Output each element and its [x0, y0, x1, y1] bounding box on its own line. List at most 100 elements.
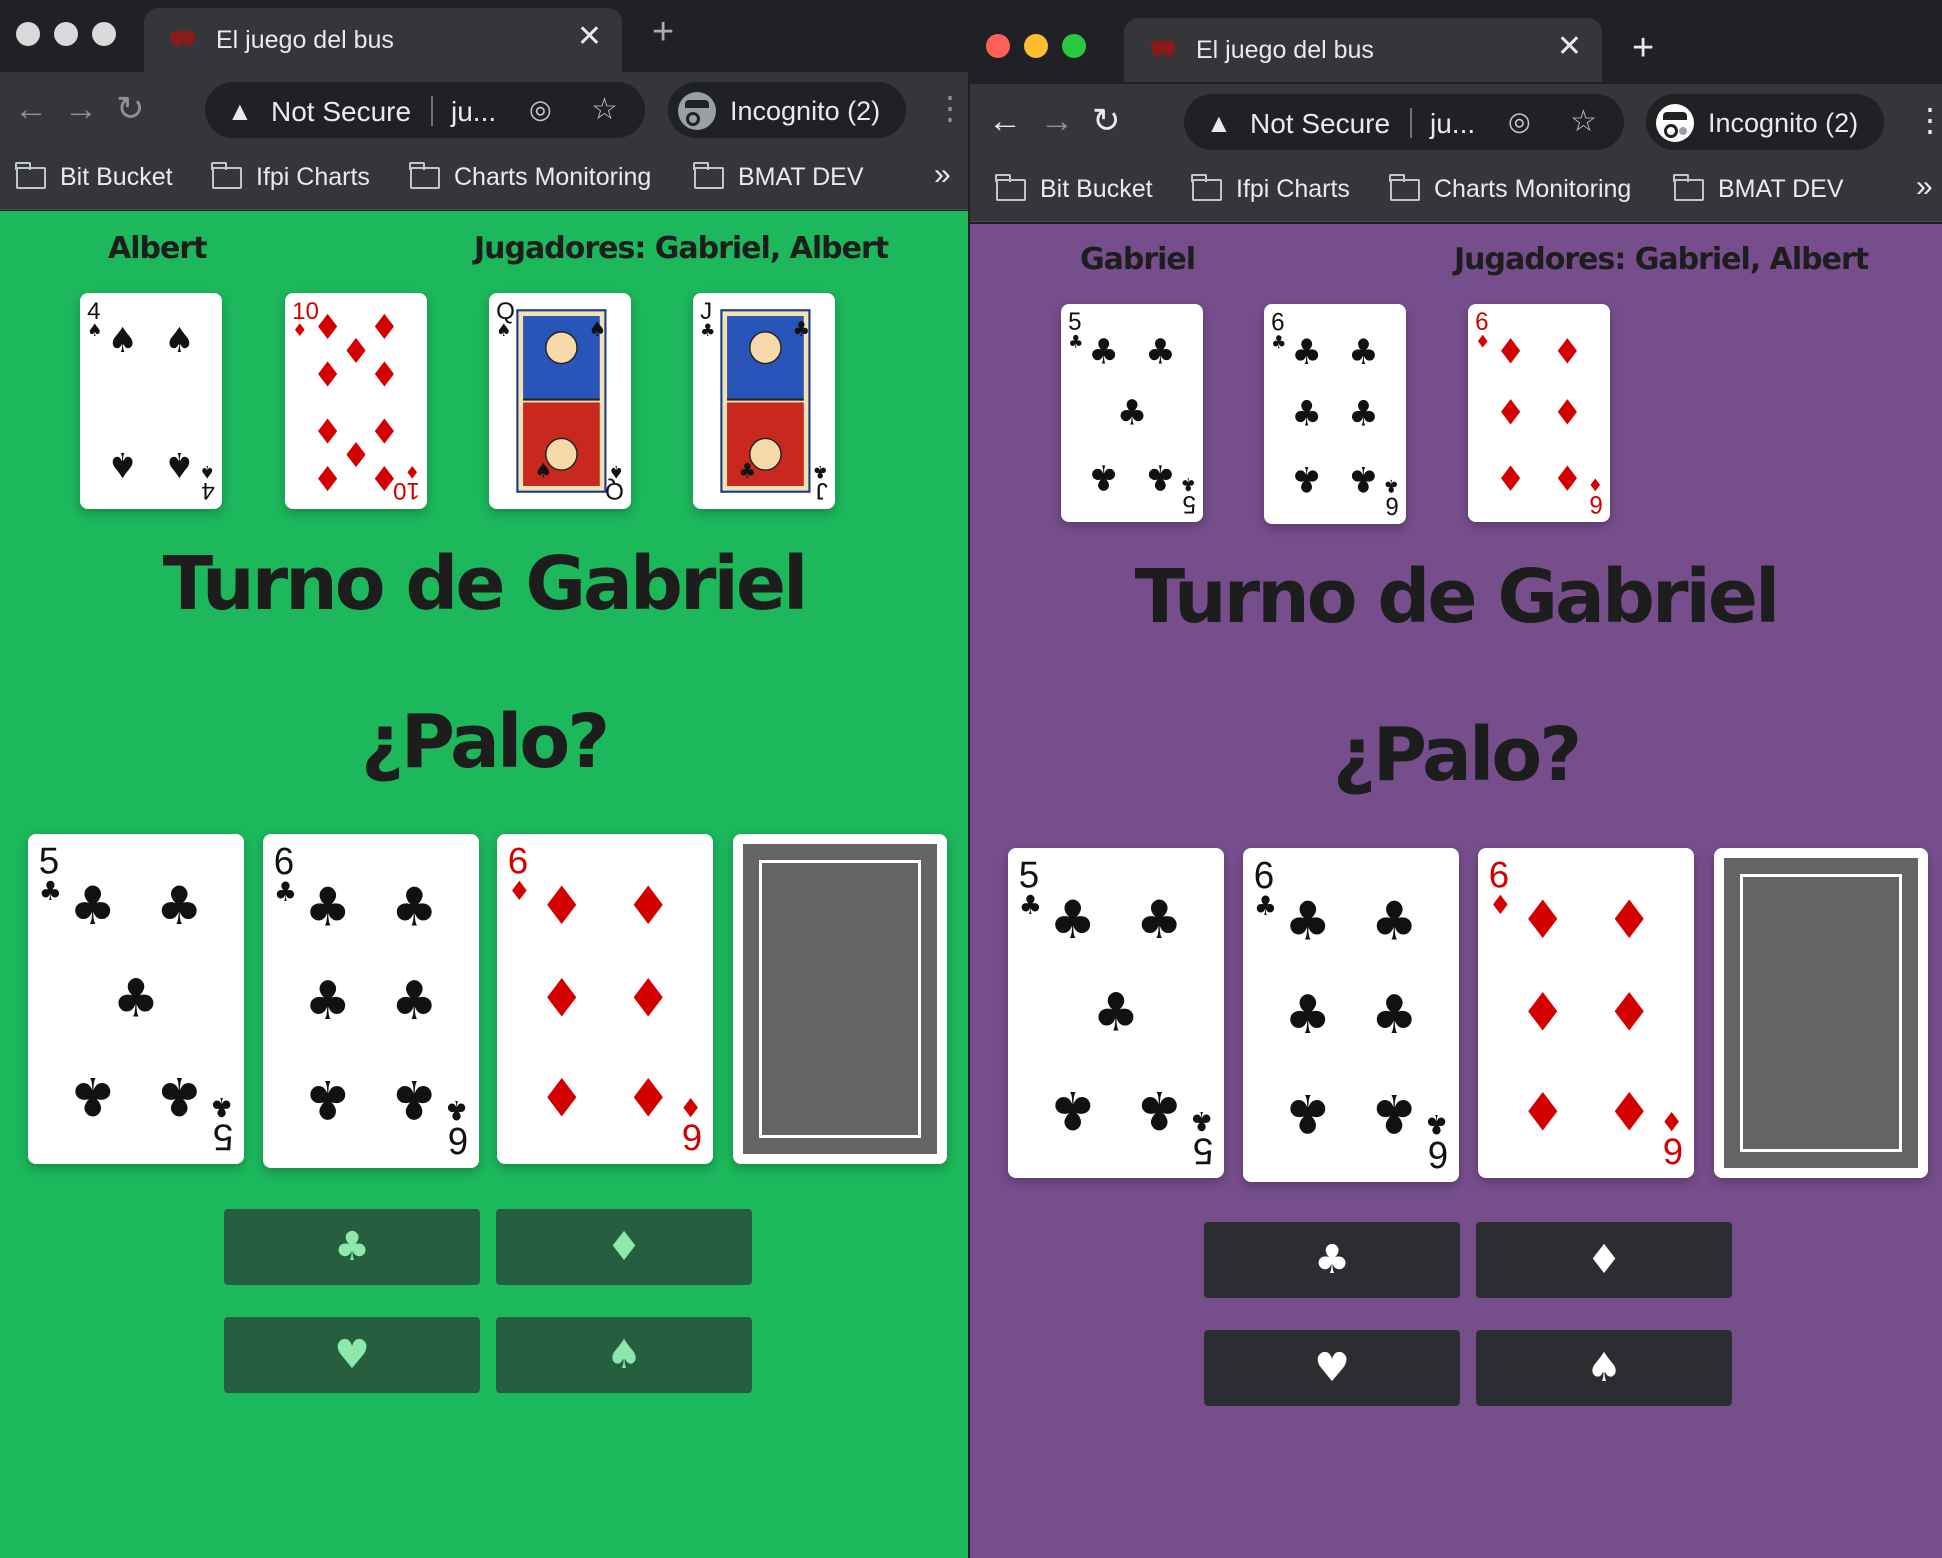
svg-text:♦: ♦: [1552, 393, 1583, 433]
svg-text:♠: ♠: [609, 461, 624, 481]
minimize-window-button[interactable]: [1024, 34, 1048, 58]
address-bar[interactable]: ▲ Not Secure ju... ◎ ☆: [1184, 94, 1624, 150]
player-name: Gabriel: [1080, 242, 1196, 277]
security-label[interactable]: Not Secure: [1250, 108, 1390, 140]
bookmarks-overflow-button[interactable]: »: [934, 158, 951, 192]
bus-favicon-icon: [1151, 41, 1175, 57]
star-icon[interactable]: ☆: [591, 92, 618, 127]
close-window-button[interactable]: [986, 34, 1010, 58]
hand-card-q-spades[interactable]: Q ♠ Q ♠ ♠ ♠: [489, 293, 631, 509]
svg-text:♣: ♣: [1348, 333, 1379, 374]
svg-text:6: 6: [1589, 490, 1602, 517]
new-tab-button[interactable]: +: [1632, 29, 1654, 67]
board-card-5-clubs[interactable]: 5 ♣ 5 ♣ ♣ ♣ ♣ ♣ ♣: [1008, 848, 1224, 1178]
new-tab-button[interactable]: +: [652, 13, 674, 51]
forward-arrow-icon[interactable]: →: [1040, 104, 1074, 138]
hand-card-j-clubs[interactable]: J ♣ J ♣ ♣ ♣: [693, 293, 835, 509]
svg-text:♦: ♦: [1475, 332, 1490, 352]
svg-text:6: 6: [448, 1120, 468, 1163]
clubs-button[interactable]: ♣: [224, 1209, 480, 1285]
spades-button[interactable]: ♠: [1476, 1330, 1732, 1406]
reload-icon[interactable]: ↻: [1092, 104, 1121, 138]
svg-text:♣: ♣: [210, 1091, 233, 1121]
address-bar[interactable]: ▲ Not Secure ju... ◎ ☆: [205, 82, 645, 138]
tab-title: El juego del bus: [216, 26, 394, 54]
game-page: Gabriel Jugadores: Gabriel, Albert 5 ♣ 5 ♣ ♣…: [970, 224, 1942, 1558]
svg-text:♣: ♣: [792, 317, 810, 341]
face-down-card[interactable]: [733, 834, 947, 1164]
svg-text:♦: ♦: [312, 457, 343, 497]
board-card-6-clubs[interactable]: 6 ♣ 6 ♣ ♣ ♣ ♣ ♣ ♣ ♣: [1243, 848, 1459, 1182]
board-card-6-diamonds[interactable]: 6 ♦ 6 ♦ ♦ ♦ ♦ ♦ ♦ ♦: [1478, 848, 1694, 1178]
svg-text:♦: ♦: [312, 409, 343, 449]
spades-button[interactable]: ♠: [496, 1317, 752, 1393]
svg-text:♣: ♣: [391, 1068, 437, 1130]
hand-card-4-spades[interactable]: 4 ♠ 4 ♠ ♠ ♠ ♠ ♠: [80, 293, 222, 509]
bookmark-bit-bucket[interactable]: Bit Bucket: [995, 173, 1153, 204]
url-text[interactable]: ju...: [451, 96, 496, 128]
hearts-button[interactable]: ♥: [224, 1317, 480, 1393]
question-heading: ¿Palo?: [360, 699, 610, 785]
menu-dots-icon[interactable]: ⋮: [1914, 104, 1942, 136]
back-arrow-icon[interactable]: ←: [988, 104, 1022, 138]
hand-card-5-clubs[interactable]: 5 ♣ 5 ♣ ♣ ♣ ♣ ♣ ♣: [1061, 304, 1203, 522]
bookmark-bmat-dev[interactable]: BMAT DEV: [693, 161, 864, 192]
incognito-indicator[interactable]: Incognito (2): [668, 82, 906, 138]
tab-close-icon[interactable]: ✕: [577, 22, 602, 52]
clubs-button[interactable]: ♣: [1204, 1222, 1460, 1298]
svg-text:♣: ♣: [1088, 332, 1119, 372]
svg-text:♣: ♣: [1117, 393, 1148, 433]
svg-text:♣: ♣: [1425, 1108, 1448, 1138]
zoom-window-button[interactable]: [92, 22, 116, 46]
board-card-6-clubs[interactable]: 6 ♣ 6 ♣ ♣ ♣ ♣ ♣ ♣ ♣: [263, 834, 479, 1168]
board-card-6-diamonds[interactable]: 6 ♦ 6 ♦ ♦ ♦ ♦ ♦ ♦ ♦: [497, 834, 713, 1164]
turn-heading: Turno de Gabriel: [162, 541, 809, 627]
svg-text:♣: ♣: [1348, 458, 1379, 499]
browser-tab[interactable]: El juego del bus ✕: [144, 8, 622, 72]
svg-text:♦: ♦: [312, 308, 343, 348]
svg-text:♦: ♦: [341, 433, 372, 473]
back-arrow-icon[interactable]: ←: [14, 92, 48, 126]
svg-text:♦: ♦: [679, 1091, 702, 1121]
hand-card-6-diamonds[interactable]: 6 ♦ 6 ♦ ♦ ♦ ♦ ♦ ♦ ♦: [1468, 304, 1610, 522]
svg-text:♦: ♦: [1606, 1079, 1652, 1141]
diamonds-button[interactable]: ♦: [1476, 1222, 1732, 1298]
minimize-window-button[interactable]: [54, 22, 78, 46]
security-label[interactable]: Not Secure: [271, 96, 411, 128]
hearts-button[interactable]: ♥: [1204, 1330, 1460, 1406]
face-down-card[interactable]: [1714, 848, 1928, 1178]
diamonds-button[interactable]: ♦: [496, 1209, 752, 1285]
eye-slash-icon[interactable]: ◎: [1508, 106, 1531, 137]
forward-arrow-icon[interactable]: →: [64, 92, 98, 126]
svg-text:♠: ♠: [107, 444, 138, 484]
reload-icon[interactable]: ↻: [116, 92, 145, 126]
close-window-button[interactable]: [16, 22, 40, 46]
warning-icon: ▲: [1206, 108, 1232, 138]
tab-close-icon[interactable]: ✕: [1557, 32, 1582, 62]
url-text[interactable]: ju...: [1430, 108, 1475, 140]
eye-slash-icon[interactable]: ◎: [529, 94, 552, 125]
hand-card-10-diamonds[interactable]: 10 ♦ 10 ♦ ♦ ♦ ♦ ♦ ♦ ♦ ♦ ♦ ♦ ♦: [285, 293, 427, 509]
bookmark-charts-monitoring[interactable]: Charts Monitoring: [409, 161, 651, 192]
svg-text:♣: ♣: [1088, 456, 1119, 496]
svg-text:♦: ♦: [539, 876, 585, 938]
hand-card-6-clubs[interactable]: 6 ♣ 6 ♣ ♣ ♣ ♣ ♣ ♣ ♣: [1264, 304, 1406, 524]
menu-dots-icon[interactable]: ⋮: [934, 92, 966, 124]
star-icon[interactable]: ☆: [1570, 104, 1597, 139]
bookmark-bmat-dev[interactable]: BMAT DEV: [1673, 173, 1844, 204]
browser-tab[interactable]: El juego del bus ✕: [1124, 18, 1602, 82]
board-card-5-clubs[interactable]: 5 ♣ 5 ♣ ♣ ♣ ♣ ♣ ♣: [28, 834, 244, 1164]
bookmarks-overflow-button[interactable]: »: [1916, 170, 1933, 204]
players-list: Jugadores: Gabriel, Albert: [474, 231, 889, 266]
svg-text:♣: ♣: [1384, 475, 1399, 495]
address-separator: [1410, 108, 1412, 138]
svg-text:5: 5: [1019, 853, 1039, 895]
bookmark-ifpi-charts[interactable]: Ifpi Charts: [211, 161, 370, 192]
zoom-window-button[interactable]: [1062, 34, 1086, 58]
bookmark-ifpi-charts[interactable]: Ifpi Charts: [1191, 173, 1350, 204]
svg-text:♦: ♦: [539, 1065, 585, 1127]
bookmark-bit-bucket[interactable]: Bit Bucket: [15, 161, 173, 192]
incognito-indicator[interactable]: Incognito (2): [1646, 94, 1884, 150]
svg-text:♣: ♣: [1285, 984, 1331, 1046]
bookmark-charts-monitoring[interactable]: Charts Monitoring: [1389, 173, 1631, 204]
